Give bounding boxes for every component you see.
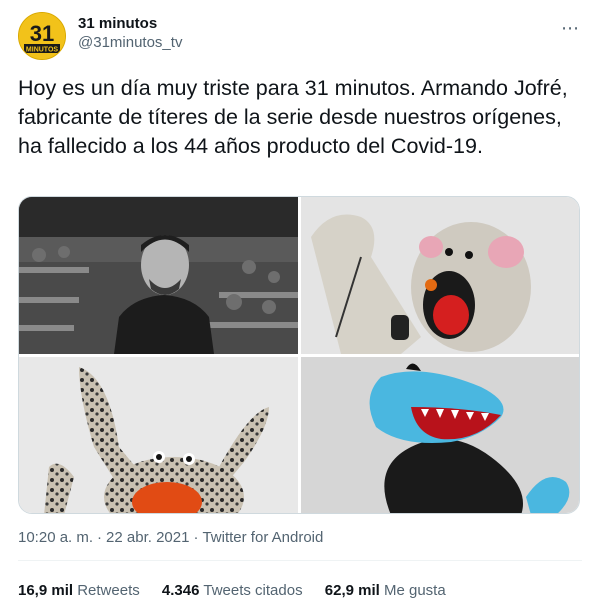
photo-man-in-stadium[interactable] <box>19 197 298 354</box>
retweets-stat[interactable]: 16,9 mil Retweets <box>18 582 140 599</box>
display-name[interactable]: 31 minutos <box>78 14 182 33</box>
likes-count: 62,9 mil <box>324 582 380 599</box>
quotes-stat[interactable]: 4.346 Tweets citados <box>162 582 303 599</box>
avatar[interactable]: 31 MINUTOS <box>18 12 66 60</box>
meta-separator: · <box>97 529 103 546</box>
retweets-count: 16,9 mil <box>18 582 74 599</box>
meta-separator: · <box>193 529 199 546</box>
quotes-label: Tweets citados <box>203 582 303 599</box>
more-options-icon[interactable]: ⋯ <box>561 18 580 39</box>
tweet-header: 31 MINUTOS 31 minutos @31minutos_tv ⋯ <box>18 12 582 60</box>
retweets-label: Retweets <box>77 582 140 599</box>
tweet-card: 31 MINUTOS 31 minutos @31minutos_tv ⋯ Ho… <box>0 0 600 600</box>
tweet-source[interactable]: Twitter for Android <box>202 529 323 546</box>
photo-mouse-puppet[interactable] <box>301 197 579 354</box>
logo-31-minutos: 31 MINUTOS <box>19 13 65 59</box>
tweet-meta: 10:20 a. m. · 22 abr. 2021 · Twitter for And… <box>18 528 323 548</box>
author-info: 31 minutos @31minutos_tv <box>78 14 182 53</box>
engagement-stats: 16,9 mil Retweets 4.346 Tweets citados 6… <box>18 581 464 601</box>
user-handle[interactable]: @31minutos_tv <box>78 33 182 53</box>
divider <box>18 560 582 561</box>
tweet-text: Hoy es un día muy triste para 31 minutos… <box>18 76 568 158</box>
photo-blue-dog-puppet[interactable] <box>301 357 579 513</box>
likes-label: Me gusta <box>383 582 446 599</box>
quotes-count: 4.346 <box>161 582 200 599</box>
svg-text:31: 31 <box>30 21 54 46</box>
media-grid <box>18 196 580 514</box>
likes-stat[interactable]: 62,9 mil Me gusta <box>325 582 446 599</box>
photo-leopard-puppet[interactable] <box>19 357 298 513</box>
svg-text:MINUTOS: MINUTOS <box>26 47 58 54</box>
tweet-date[interactable]: 22 abr. 2021 <box>106 529 189 546</box>
tweet-time[interactable]: 10:20 a. m. <box>18 529 93 546</box>
